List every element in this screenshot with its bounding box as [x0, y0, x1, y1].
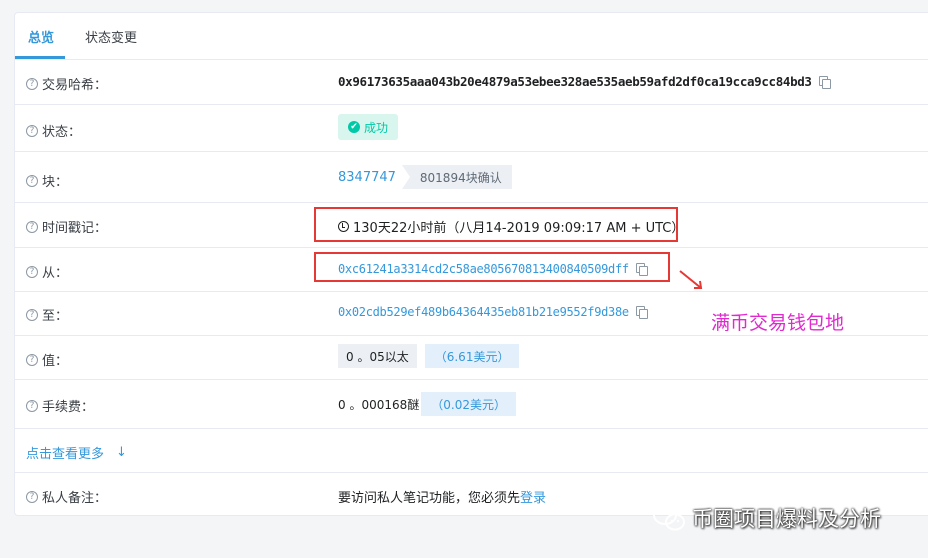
copy-icon[interactable] [635, 306, 648, 319]
see-more-label: 点击查看更多 [26, 447, 105, 462]
question-circle-icon[interactable]: ? [26, 220, 38, 233]
row-status: ? 状态： ✔ 成功 [15, 105, 928, 152]
transaction-hash-value: 0x96173635aaa043b20e4879a53ebee328ae535a… [338, 74, 812, 89]
timestamp-highlight-box [314, 207, 678, 242]
fee-amount: 0 。000168醚 [338, 397, 420, 412]
question-circle-icon[interactable]: ? [26, 265, 38, 278]
row-label: 交易哈希： [42, 78, 108, 93]
question-circle-icon[interactable]: ? [26, 77, 38, 90]
question-circle-icon[interactable]: ? [26, 490, 38, 503]
from-address-highlight-box [314, 252, 670, 282]
question-circle-icon[interactable]: ? [26, 124, 38, 137]
tab-bar: 总览 状态变更 [15, 13, 928, 60]
status-text: 成功 [364, 120, 389, 135]
arrow-down-icon: ↓ [116, 445, 127, 460]
row-transaction-hash: ? 交易哈希： 0x96173635aaa043b20e4879a53ebee3… [15, 59, 928, 105]
row-label: 私人备注： [42, 491, 108, 506]
to-address-link[interactable]: 0x02cdb529ef489b64364435eb81b21e9552f9d3… [338, 305, 629, 319]
row-label: 块： [42, 175, 69, 190]
confirmations-badge: 801894块确认 [401, 165, 512, 189]
row-label: 值： [42, 354, 69, 369]
block-number-link[interactable]: 8347747 [338, 170, 396, 185]
row-value: ? 值： 0 。05以太 （6.61美元） [15, 336, 928, 380]
wallet-annotation: 满币交易钱包地 [711, 312, 845, 334]
question-circle-icon[interactable]: ? [26, 399, 38, 412]
see-more-toggle[interactable]: 点击查看更多 ↓ [26, 443, 127, 462]
row-fee: ? 手续费： 0 。000168醚 （0.02美元） [15, 380, 928, 429]
value-amount: 0 。05以太 [338, 344, 417, 368]
question-circle-icon[interactable]: ? [26, 353, 38, 366]
row-label: 从： [42, 266, 69, 281]
watermark-text: 币圈项目爆料及分析 [692, 507, 881, 531]
question-circle-icon[interactable]: ? [26, 174, 38, 187]
value-usd: （6.61美元） [424, 344, 520, 368]
annotation-arrow-icon [679, 270, 703, 289]
row-block: ? 块： 8347747 801894块确认 [15, 152, 928, 203]
fee-usd: （0.02美元） [421, 392, 516, 416]
tab-overview[interactable]: 总览 [28, 27, 54, 46]
private-note-text: 要访问私人笔记功能，您必须先 [338, 491, 521, 506]
status-badge: ✔ 成功 [338, 114, 399, 140]
copy-icon[interactable] [818, 75, 831, 89]
question-circle-icon[interactable]: ? [26, 308, 38, 321]
check-circle-icon: ✔ [348, 121, 360, 133]
row-label: 时间戳记： [42, 221, 108, 236]
login-link[interactable]: 登录 [520, 487, 546, 506]
row-label: 手续费： [42, 400, 95, 415]
watermark: 币圈项目爆料及分析 [652, 503, 881, 533]
row-label: 状态： [42, 125, 82, 140]
row-label: 至： [42, 309, 69, 324]
tab-state-changes[interactable]: 状态变更 [85, 27, 137, 46]
wechat-logo-icon [653, 505, 685, 531]
